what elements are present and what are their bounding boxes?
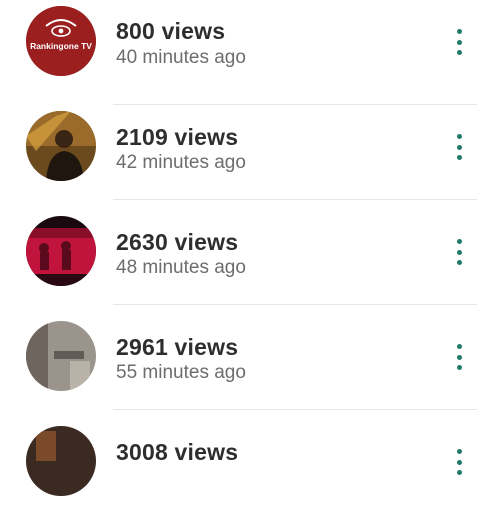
view-count: 2961 views (116, 334, 239, 360)
avatar[interactable] (26, 426, 96, 496)
rankingone-tv-logo: Rankingone TV (26, 6, 96, 76)
logo-text: Rankingone TV (30, 41, 92, 51)
status-viewers-list: Rankingone TV 800 views 40 minutes ago 2… (0, 0, 495, 496)
more-vert-icon[interactable] (447, 25, 471, 59)
avatar[interactable] (26, 321, 96, 391)
more-vert-icon[interactable] (447, 130, 471, 164)
more-vert-icon[interactable] (447, 340, 471, 374)
list-item[interactable]: 2109 views 42 minutes ago (0, 95, 495, 200)
view-count: 3008 views (116, 439, 239, 465)
list-item[interactable]: 2961 views 55 minutes ago (0, 305, 495, 410)
more-vert-icon[interactable] (447, 445, 471, 479)
red-stage-photo (26, 216, 96, 286)
list-item[interactable]: 2630 views 48 minutes ago (0, 200, 495, 305)
avatar[interactable] (26, 216, 96, 286)
timestamp: 42 minutes ago (116, 152, 246, 173)
timestamp: 48 minutes ago (116, 257, 246, 278)
timestamp: 55 minutes ago (116, 362, 246, 383)
list-item[interactable]: 3008 views (0, 410, 495, 515)
view-count: 2109 views (116, 124, 239, 150)
dark-photo (26, 426, 96, 496)
person-photo (26, 111, 96, 181)
grey-scene-photo (26, 321, 96, 391)
avatar[interactable] (26, 111, 96, 181)
view-count: 800 views (116, 18, 226, 44)
view-count: 2630 views (116, 229, 239, 255)
timestamp: 40 minutes ago (116, 47, 246, 68)
more-vert-icon[interactable] (447, 235, 471, 269)
list-item[interactable]: Rankingone TV 800 views 40 minutes ago (0, 0, 495, 105)
avatar[interactable]: Rankingone TV (26, 6, 96, 76)
